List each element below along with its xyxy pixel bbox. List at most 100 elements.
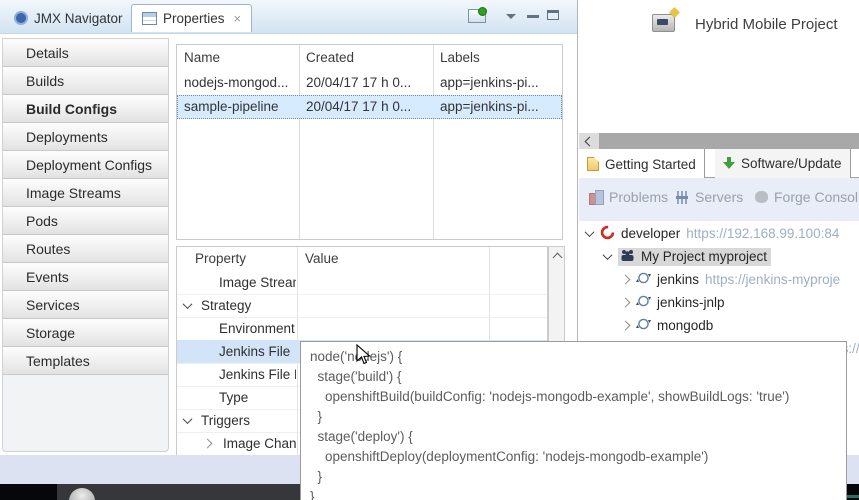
property-label: Triggers: [201, 409, 296, 432]
tree-url: https://192.168.99.100:84: [686, 226, 839, 241]
tab-scroll-bar: [579, 133, 859, 149]
maximize-icon[interactable]: [547, 10, 559, 20]
property-row-environment[interactable]: Environment: [177, 317, 547, 341]
tab-problems[interactable]: Problems: [589, 189, 668, 205]
code-line: stage('build') {: [310, 367, 846, 387]
column-header-created[interactable]: Created: [306, 45, 354, 70]
project-icon: [620, 249, 635, 265]
code-line: stage('deploy') {: [310, 427, 846, 447]
property-row-strategy[interactable]: Strategy: [177, 294, 547, 318]
chevron-right-icon[interactable]: [621, 321, 631, 331]
sidebar-item-services[interactable]: Services: [3, 291, 168, 319]
view-menu-icon[interactable]: [506, 14, 516, 19]
tab-forge-console[interactable]: Forge Consol: [755, 189, 858, 205]
property-label: Jenkins File Path: [219, 363, 296, 386]
table-row-selected[interactable]: sample-pipeline 20/04/17 17 h 0... app=j…: [177, 95, 562, 119]
taskbar-app-icon[interactable]: [69, 488, 95, 500]
code-line: node('nodejs') {: [310, 347, 846, 367]
sidebar-item-builds[interactable]: Builds: [3, 67, 168, 95]
cell-created: 20/04/17 17 h 0...: [306, 95, 430, 119]
cell-labels: app=jenkins-pi...: [440, 95, 560, 119]
chevron-right-icon[interactable]: [621, 275, 631, 285]
chevron-left-icon: [585, 137, 595, 147]
tree-url: https://jenkins-myproje: [705, 272, 840, 287]
getting-started-icon: [587, 157, 599, 171]
sidebar-item-storage[interactable]: Storage: [3, 319, 168, 347]
tree-row-jenkins[interactable]: jenkins https://jenkins-myproje: [578, 268, 859, 291]
sidebar-item-image-streams[interactable]: Image Streams: [3, 179, 168, 207]
tree-row-project-selected[interactable]: My Project myproject: [578, 245, 859, 268]
minimize-icon[interactable]: [527, 15, 539, 18]
chevron-down-icon[interactable]: [183, 299, 193, 309]
sidebar-item-build-configs[interactable]: Build Configs: [3, 95, 168, 123]
tree-row-mongodb[interactable]: mongodb: [578, 314, 859, 337]
code-line: openshiftBuild(buildConfig: 'nodejs-mong…: [310, 387, 846, 407]
cell-created: 20/04/17 17 h 0...: [306, 71, 430, 95]
tab-label: Properties: [163, 11, 225, 26]
selection-highlight: My Project myproject: [618, 248, 771, 266]
cell-labels: app=jenkins-pi...: [440, 71, 560, 95]
property-label: Environment: [219, 317, 296, 340]
sidebar-item-routes[interactable]: Routes: [3, 235, 168, 263]
tab-label: Forge Consol: [774, 189, 858, 205]
properties-sidebar: Details Builds Build Configs Deployments…: [2, 38, 169, 452]
openshift-connection-icon: [600, 225, 615, 243]
code-line: }: [310, 467, 846, 487]
tree-label: developer: [621, 226, 680, 241]
chevron-down-icon[interactable]: [183, 414, 193, 424]
jenkins-file-tooltip: node('nodejs') { stage('build') { opensh…: [300, 341, 847, 500]
servers-icon: [675, 191, 689, 204]
tab-label: Servers: [695, 189, 743, 205]
scroll-up-icon[interactable]: [553, 253, 563, 263]
property-label: Strategy: [201, 294, 296, 317]
hybrid-mobile-project-icon: [652, 14, 675, 32]
openshift-explorer-tree: developer https://192.168.99.100:84 My P…: [578, 222, 859, 360]
sidebar-item-deployments[interactable]: Deployments: [3, 123, 168, 151]
property-label: Jenkins File: [219, 340, 296, 363]
table-row[interactable]: nodejs-mongod... 20/04/17 17 h 0... app=…: [177, 71, 562, 95]
software-update-icon: [723, 157, 735, 170]
tab-servers[interactable]: Servers: [675, 189, 743, 205]
tree-label: jenkins: [657, 272, 699, 287]
tree-label: My Project myproject: [641, 249, 767, 264]
chevron-down-icon[interactable]: [585, 227, 595, 237]
view-tab-bar: Problems Servers Forge Consol: [579, 178, 859, 221]
sidebar-item-events[interactable]: Events: [3, 263, 168, 291]
tab-software-update[interactable]: Software/Update: [715, 149, 851, 178]
tree-row-connection[interactable]: developer https://192.168.99.100:84: [578, 222, 859, 245]
column-header-value[interactable]: Value: [305, 247, 339, 271]
chevron-right-icon[interactable]: [621, 298, 631, 308]
pin-view-icon[interactable]: [468, 9, 486, 23]
build-configs-table: Name Created Labels nodejs-mongod... 20/…: [176, 44, 563, 240]
tab-label: Software/Update: [741, 156, 842, 171]
tab-label: JMX Navigator: [34, 11, 123, 26]
code-line: }: [310, 407, 846, 427]
column-header-property[interactable]: Property: [195, 247, 246, 271]
cell-name: nodejs-mongod...: [184, 71, 296, 95]
cell-name: sample-pipeline: [184, 95, 296, 119]
editor-tab-strip: Getting Started Software/Update: [579, 149, 859, 178]
sidebar-item-details[interactable]: Details: [3, 39, 168, 67]
wizard-item-label: Hybrid Mobile Project: [695, 16, 838, 33]
tab-getting-started[interactable]: Getting Started: [579, 149, 705, 179]
tab-label: Problems: [609, 189, 668, 205]
column-header-name[interactable]: Name: [184, 45, 220, 70]
sidebar-item-deployment-configs[interactable]: Deployment Configs: [3, 151, 168, 179]
chevron-down-icon[interactable]: [603, 250, 613, 260]
code-line: openshiftDeploy(deploymentConfig: 'nodej…: [310, 447, 846, 467]
column-header-labels[interactable]: Labels: [440, 45, 480, 70]
property-row-image-stream[interactable]: Image Stream: [177, 271, 547, 295]
property-label: Image Stream: [219, 271, 296, 294]
service-icon: [636, 317, 651, 334]
tree-row-jenkins-jnlp[interactable]: jenkins-jnlp: [578, 291, 859, 314]
tree-label: jenkins-jnlp: [657, 295, 725, 310]
tab-jmx-navigator[interactable]: JMX Navigator: [4, 4, 133, 32]
sidebar-item-pods[interactable]: Pods: [3, 207, 168, 235]
sidebar-item-templates[interactable]: Templates: [3, 347, 168, 375]
close-icon[interactable]: ×: [234, 11, 242, 26]
scroll-left-button[interactable]: [579, 133, 599, 149]
code-line: }: [310, 487, 846, 500]
jmx-navigator-icon: [14, 11, 28, 25]
tab-properties[interactable]: Properties ×: [131, 4, 252, 32]
chevron-right-icon[interactable]: [203, 439, 213, 449]
